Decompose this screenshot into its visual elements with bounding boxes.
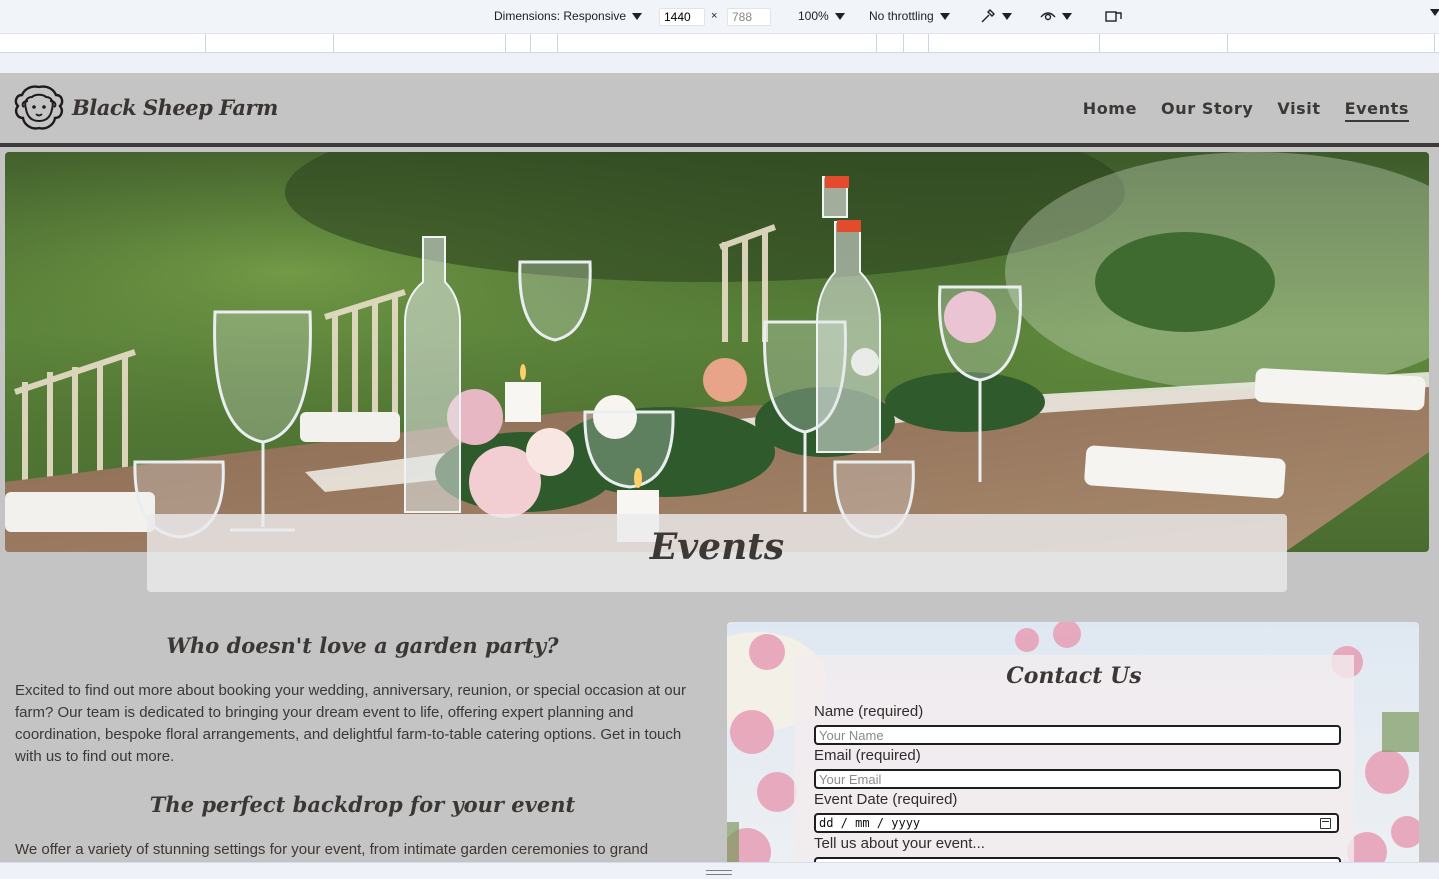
contact-form: Contact Us Name (required) Email (requir… [794, 655, 1354, 862]
dimensions-label: Dimensions: Responsive [494, 9, 627, 23]
chevron-down-icon [1002, 12, 1012, 20]
nav-our-story[interactable]: Our Story [1161, 99, 1253, 122]
contact-section: Contact Us Name (required) Email (requir… [727, 622, 1419, 862]
site-header: Black Sheep Farm Home Our Story Visit Ev… [0, 73, 1439, 147]
zoom-dropdown[interactable]: 100% [798, 9, 845, 23]
vision-deficiency-button[interactable] [1040, 8, 1072, 24]
times-sign: × [711, 10, 718, 22]
chevron-down-icon [939, 12, 950, 20]
rotate-button[interactable] [1105, 8, 1123, 24]
chevron-down-icon [1062, 12, 1072, 20]
height-input[interactable] [727, 8, 771, 26]
calendar-icon[interactable] [1320, 818, 1331, 829]
chevron-down-icon [834, 12, 845, 20]
events-intro: Who doesn't love a garden party? Excited… [15, 633, 710, 862]
contact-title: Contact Us [1006, 663, 1142, 689]
section-heading-backdrop: The perfect backdrop for your event [149, 792, 576, 817]
event-date-field[interactable]: dd / mm / yyyy [814, 813, 1339, 833]
garden-table-photo [5, 152, 1429, 552]
zoom-label: 100% [798, 9, 829, 23]
main-nav: Home Our Story Visit Events [1083, 99, 1409, 122]
name-label: Name (required) [814, 703, 924, 720]
sheep-logo-icon[interactable] [12, 83, 66, 133]
section-paragraph-booking: Excited to find out more about booking y… [15, 682, 686, 765]
chevron-down-icon [632, 12, 643, 20]
page-title: Events [649, 526, 785, 568]
media-query-ruler [0, 34, 1439, 53]
brand-name[interactable]: Black Sheep Farm [72, 95, 278, 120]
email-label: Email (required) [814, 747, 921, 764]
eyedropper-icon [981, 9, 995, 23]
page-viewport: Black Sheep Farm Home Our Story Visit Ev… [0, 73, 1439, 862]
more-options-button[interactable] [1430, 9, 1439, 16]
date-placeholder: dd / mm / yyyy [819, 816, 921, 830]
throttling-label: No throttling [869, 9, 934, 23]
nav-events[interactable]: Events [1344, 99, 1409, 122]
hero-title-box: Events [147, 514, 1287, 592]
name-field[interactable] [814, 725, 1341, 745]
nav-visit[interactable]: Visit [1277, 99, 1320, 122]
sensors-button[interactable] [980, 8, 1012, 24]
resize-handle-bar [0, 862, 1439, 879]
email-field[interactable] [814, 769, 1341, 789]
hero-image [5, 152, 1429, 552]
devtools-toolbar: Dimensions: Responsive × 100% No throttl… [0, 0, 1439, 34]
nav-home[interactable]: Home [1083, 99, 1137, 122]
dimensions-dropdown[interactable]: Dimensions: Responsive [494, 9, 643, 23]
resize-grip-icon[interactable] [706, 870, 732, 875]
chevron-down-icon [1430, 9, 1439, 16]
section-heading-garden-party: Who doesn't love a garden party? [166, 633, 559, 658]
message-label: Tell us about your event... [814, 835, 985, 852]
rotate-icon [1105, 11, 1122, 22]
throttling-dropdown[interactable]: No throttling [869, 9, 950, 23]
section-paragraph-settings: We offer a variety of stunning settings … [15, 841, 649, 858]
event-date-label: Event Date (required) [814, 791, 958, 808]
width-input[interactable] [659, 8, 705, 26]
eye-icon [1040, 12, 1056, 21]
